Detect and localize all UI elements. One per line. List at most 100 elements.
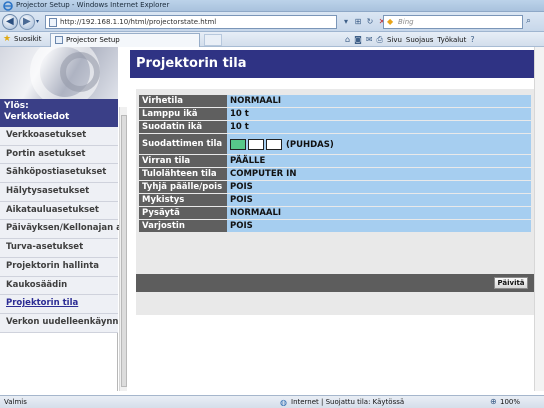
row-label: Tulolähteen tila (139, 168, 227, 180)
table-row: Virran tila PÄÄLLE (139, 155, 531, 167)
zoom-icon[interactable]: ⊕ (490, 397, 497, 406)
tab-label: Projector Setup (66, 36, 120, 44)
new-tab-button[interactable] (204, 34, 222, 46)
security-zone[interactable]: Internet | Suojattu tila: Käytössä (291, 398, 404, 406)
table-row: Tyhjä päälle/pois POIS (139, 181, 531, 193)
address-buttons: ▾ ⊞ ↻ ✕ (340, 15, 388, 29)
address-bar[interactable]: http://192.168.1.10/html/projectorstate.… (45, 15, 337, 29)
sidebar-item-projector-control[interactable]: Projektorin hallinta (0, 257, 118, 277)
safety-menu[interactable]: Suojaus (406, 36, 433, 44)
row-label: Suodattimen tila (139, 134, 227, 154)
filter-level-indicator (230, 138, 282, 150)
refresh-icon[interactable]: ↻ (364, 15, 376, 29)
tab-projector-setup[interactable]: Projector Setup (50, 33, 200, 47)
status-table: Virhetila NORMAALI Lamppu ikä 10 t Suodati… (139, 94, 531, 233)
help-icon[interactable]: ? (470, 35, 474, 44)
sidebar-item-email-settings[interactable]: Sähköpostiasetukset (0, 164, 118, 184)
favorites-bar: ★ Suosikit Projector Setup ⌂ ◙ ✉ ⎙ Sivu … (0, 32, 544, 47)
back-arrow-icon: ◀ (6, 16, 14, 27)
row-label: Tyhjä päälle/pois (139, 181, 227, 193)
row-label: Varjostin (139, 220, 227, 232)
ie-logo-icon (3, 1, 13, 11)
back-button[interactable]: ◀ (2, 14, 18, 30)
table-row: Mykistys POIS (139, 194, 531, 206)
row-value: PÄÄLLE (227, 155, 531, 167)
search-input[interactable]: ◆ Bing (383, 15, 523, 29)
command-bar: ⌂ ◙ ✉ ⎙ Sivu Suojaus Työkalut ? (345, 34, 475, 45)
table-row: Lamppu ikä 10 t (139, 108, 531, 120)
compatibility-icon[interactable]: ⊞ (352, 15, 364, 29)
table-row: Tulolähteen tila COMPUTER IN (139, 168, 531, 180)
status-text: Valmis (4, 398, 27, 406)
table-row: Varjostin POIS (139, 220, 531, 232)
row-value: 10 t (227, 121, 531, 133)
print-icon[interactable]: ⎙ (377, 35, 383, 45)
row-label: Suodatin ikä (139, 121, 227, 133)
forward-arrow-icon: ▶ (23, 16, 31, 27)
address-url[interactable]: http://192.168.1.10/html/projectorstate.… (60, 18, 216, 26)
main-panel: Projektorin tila Virhetila NORMAALI Lampp… (130, 47, 534, 391)
row-label: Virhetila (139, 95, 227, 107)
sidebar-item-security-settings[interactable]: Turva-asetukset (0, 239, 118, 258)
favorites-button[interactable]: Suosikit (14, 35, 42, 43)
page-scrollbar[interactable] (534, 47, 544, 391)
sidebar-item-network-settings[interactable]: Verkkoasetukset (0, 127, 118, 146)
sidebar-item-port-settings[interactable]: Portin asetukset (0, 145, 118, 165)
page-icon (49, 18, 57, 27)
filter-status-text: (PUHDAS) (286, 139, 334, 150)
home-icon[interactable]: ⌂ (345, 35, 350, 44)
refresh-button[interactable]: Päivitä (494, 277, 528, 289)
search-placeholder: Bing (398, 18, 414, 26)
status-bar: Valmis ◍ Internet | Suojattu tila: Käytö… (0, 395, 544, 408)
sidebar-menu: Verkkoasetukset Portin asetukset Sähköpo… (0, 127, 122, 333)
table-row: Suodatin ikä 10 t (139, 121, 531, 133)
row-label: Virran tila (139, 155, 227, 167)
sidebar-item-schedule-settings[interactable]: Aikatauluasetukset (0, 201, 118, 221)
action-bar: Päivitä (136, 274, 534, 292)
row-label: Pysäytä (139, 207, 227, 219)
internet-zone-icon: ◍ (280, 398, 287, 407)
sidebar-item-projector-status[interactable]: Projektorin tila (0, 295, 118, 314)
sidebar-scroll-thumb[interactable] (121, 115, 127, 387)
sidebar-item-remote-control[interactable]: Kaukosäädin (0, 276, 118, 296)
row-value: NORMAALI (227, 207, 531, 219)
page-content: Ylös: Verkkotiedot Verkkoasetukset Porti… (0, 47, 544, 395)
row-label: Mykistys (139, 194, 227, 206)
table-row: Pysäytä NORMAALI (139, 207, 531, 219)
bing-icon: ◆ (387, 17, 394, 26)
sidebar-item-date-time[interactable]: Päiväyksen/Kellonajan a (0, 220, 122, 240)
search-icon[interactable]: ⌕ (526, 16, 538, 28)
history-dropdown-icon[interactable]: ▾ (36, 19, 42, 25)
feeds-icon[interactable]: ◙ (354, 35, 362, 44)
sidebar-up-label: Ylös: (4, 101, 29, 111)
favorites-star-icon[interactable]: ★ (3, 34, 11, 44)
table-row: Virhetila NORMAALI (139, 95, 531, 107)
dropdown-icon[interactable]: ▾ (340, 15, 352, 29)
row-value: COMPUTER IN (227, 168, 531, 180)
page-title-bar: Projektorin tila (130, 50, 534, 78)
table-row: Suodattimen tila (PUHDAS) (139, 134, 531, 154)
row-value: 10 t (227, 108, 531, 120)
row-label: Lamppu ikä (139, 108, 227, 120)
sidebar-up-target: Verkkotiedot (4, 112, 70, 122)
page-icon (55, 36, 63, 44)
address-toolbar: ◀ ▶ ▾ http://192.168.1.10/html/projector… (0, 12, 544, 32)
page-menu[interactable]: Sivu (387, 36, 402, 44)
sidebar: Ylös: Verkkotiedot Verkkoasetukset Porti… (0, 47, 122, 391)
window-title: Projector Setup - Windows Internet Explo… (16, 1, 170, 9)
sidebar-banner-image (0, 47, 118, 99)
window-titlebar: Projector Setup - Windows Internet Explo… (0, 0, 544, 12)
row-value: NORMAALI (227, 95, 531, 107)
zoom-level[interactable]: 100% (500, 398, 520, 406)
row-value: POIS (227, 181, 531, 193)
mail-icon[interactable]: ✉ (366, 35, 373, 44)
sidebar-item-alert-settings[interactable]: Hälytysasetukset (0, 183, 118, 202)
forward-button[interactable]: ▶ (19, 14, 35, 30)
sidebar-item-network-restart[interactable]: Verkon uudelleenkäynni (0, 313, 121, 333)
page-title: Projektorin tila (136, 56, 247, 71)
sidebar-up-link[interactable]: Ylös: Verkkotiedot (0, 99, 118, 127)
row-value: POIS (227, 220, 531, 232)
tools-menu[interactable]: Työkalut (437, 36, 466, 44)
sidebar-scrollbar[interactable] (119, 107, 127, 391)
row-value: POIS (227, 194, 531, 206)
